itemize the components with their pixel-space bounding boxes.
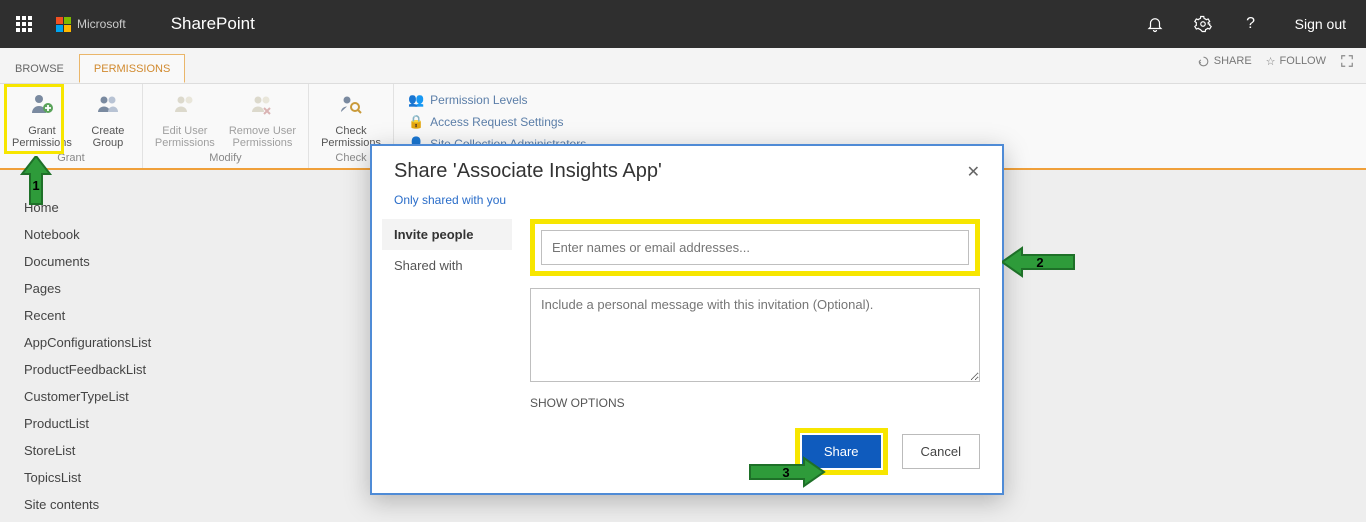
svg-text:1: 1 bbox=[32, 178, 39, 193]
svg-text:2: 2 bbox=[1036, 255, 1043, 270]
sidebar-item-pages[interactable]: Pages bbox=[24, 281, 170, 296]
names-input[interactable] bbox=[541, 230, 969, 265]
remove-user-permissions-label: Remove User Permissions bbox=[229, 125, 296, 149]
group-icon bbox=[95, 92, 121, 122]
sidebar-item-notebook[interactable]: Notebook bbox=[24, 227, 170, 242]
grant-permissions-button[interactable]: Grant Permissions bbox=[8, 88, 76, 149]
dialog-tab-invite[interactable]: Invite people bbox=[382, 219, 512, 250]
notifications-icon[interactable] bbox=[1131, 0, 1179, 48]
topbar-right: ? Sign out bbox=[1131, 0, 1366, 48]
dialog-tabs: Invite people Shared with bbox=[382, 219, 512, 475]
sidebar-item-appconfig[interactable]: AppConfigurationsList bbox=[24, 335, 170, 350]
grant-permissions-label: Grant Permissions bbox=[12, 125, 72, 149]
sidebar-item-topicslist[interactable]: TopicsList bbox=[24, 470, 170, 485]
tab-permissions[interactable]: PERMISSIONS bbox=[79, 54, 185, 83]
create-group-label: Create Group bbox=[91, 125, 124, 149]
people-icon: 👥 bbox=[408, 92, 424, 108]
create-group-button[interactable]: Create Group bbox=[82, 88, 134, 149]
dialog-tab-shared-with[interactable]: Shared with bbox=[382, 250, 512, 281]
user-search-icon bbox=[338, 92, 364, 122]
sidebar-item-recent[interactable]: Recent bbox=[24, 308, 170, 323]
user-plus-icon bbox=[29, 92, 55, 122]
shared-with-link[interactable]: Only shared with you bbox=[394, 193, 506, 207]
app-launcher-icon[interactable] bbox=[0, 0, 48, 48]
edit-user-permissions-button[interactable]: Edit User Permissions bbox=[151, 88, 219, 149]
dialog-title: Share 'Associate Insights App' bbox=[394, 160, 662, 183]
share-label: SHARE bbox=[1214, 55, 1252, 67]
share-action[interactable]: SHARE bbox=[1197, 55, 1252, 68]
edit-user-permissions-label: Edit User Permissions bbox=[155, 125, 215, 149]
ribbon-tabs: BROWSE PERMISSIONS SHARE ☆ FOLLOW bbox=[0, 48, 1366, 84]
sidebar-item-productlist[interactable]: ProductList bbox=[24, 416, 170, 431]
star-icon: ☆ bbox=[1266, 55, 1276, 68]
follow-action[interactable]: ☆ FOLLOW bbox=[1266, 55, 1326, 68]
user-edit-icon bbox=[172, 92, 198, 122]
annotation-arrow-2: 2 bbox=[1002, 242, 1082, 282]
remove-user-permissions-button[interactable]: Remove User Permissions bbox=[225, 88, 300, 149]
cancel-button[interactable]: Cancel bbox=[902, 434, 980, 469]
sidebar-item-documents[interactable]: Documents bbox=[24, 254, 170, 269]
settings-icon[interactable] bbox=[1179, 0, 1227, 48]
vendor-label: Microsoft bbox=[77, 17, 126, 31]
share-dialog: Share 'Associate Insights App' ✕ Only sh… bbox=[370, 144, 1004, 495]
annotation-arrow-1: 1 bbox=[16, 156, 56, 212]
focus-action[interactable] bbox=[1340, 54, 1354, 68]
user-remove-icon bbox=[249, 92, 275, 122]
top-bar: Microsoft SharePoint ? Sign out bbox=[0, 0, 1366, 48]
svg-text:3: 3 bbox=[782, 465, 789, 480]
sidebar-item-sitecontents[interactable]: Site contents bbox=[24, 497, 170, 512]
lock-icon: 🔒 bbox=[408, 114, 424, 130]
annotation-highlight-names bbox=[530, 219, 980, 276]
check-permissions-button[interactable]: Check Permissions bbox=[317, 88, 385, 149]
vendor-logo: Microsoft bbox=[56, 17, 126, 32]
close-icon[interactable]: ✕ bbox=[967, 162, 980, 182]
sidebar-nav: Home Notebook Documents Pages Recent App… bbox=[0, 170, 180, 522]
access-request-settings-link[interactable]: 🔒Access Request Settings bbox=[404, 112, 590, 132]
ribbon-group-modify: Edit User Permissions Remove User Permis… bbox=[143, 84, 309, 168]
sidebar-item-storelist[interactable]: StoreList bbox=[24, 443, 170, 458]
ribbon-group-modify-label: Modify bbox=[151, 152, 300, 166]
sidebar-item-customertype[interactable]: CustomerTypeList bbox=[24, 389, 170, 404]
follow-label: FOLLOW bbox=[1280, 55, 1326, 67]
tab-browse[interactable]: BROWSE bbox=[0, 54, 79, 83]
annotation-arrow-3: 3 bbox=[742, 452, 832, 492]
sign-out-link[interactable]: Sign out bbox=[1275, 16, 1366, 32]
message-textarea[interactable] bbox=[530, 288, 980, 382]
show-options-toggle[interactable]: SHOW OPTIONS bbox=[530, 396, 980, 410]
permission-levels-link[interactable]: 👥Permission Levels bbox=[404, 90, 590, 110]
sidebar-item-productfeedback[interactable]: ProductFeedbackList bbox=[24, 362, 170, 377]
app-title: SharePoint bbox=[171, 14, 255, 34]
help-icon[interactable]: ? bbox=[1227, 0, 1275, 48]
